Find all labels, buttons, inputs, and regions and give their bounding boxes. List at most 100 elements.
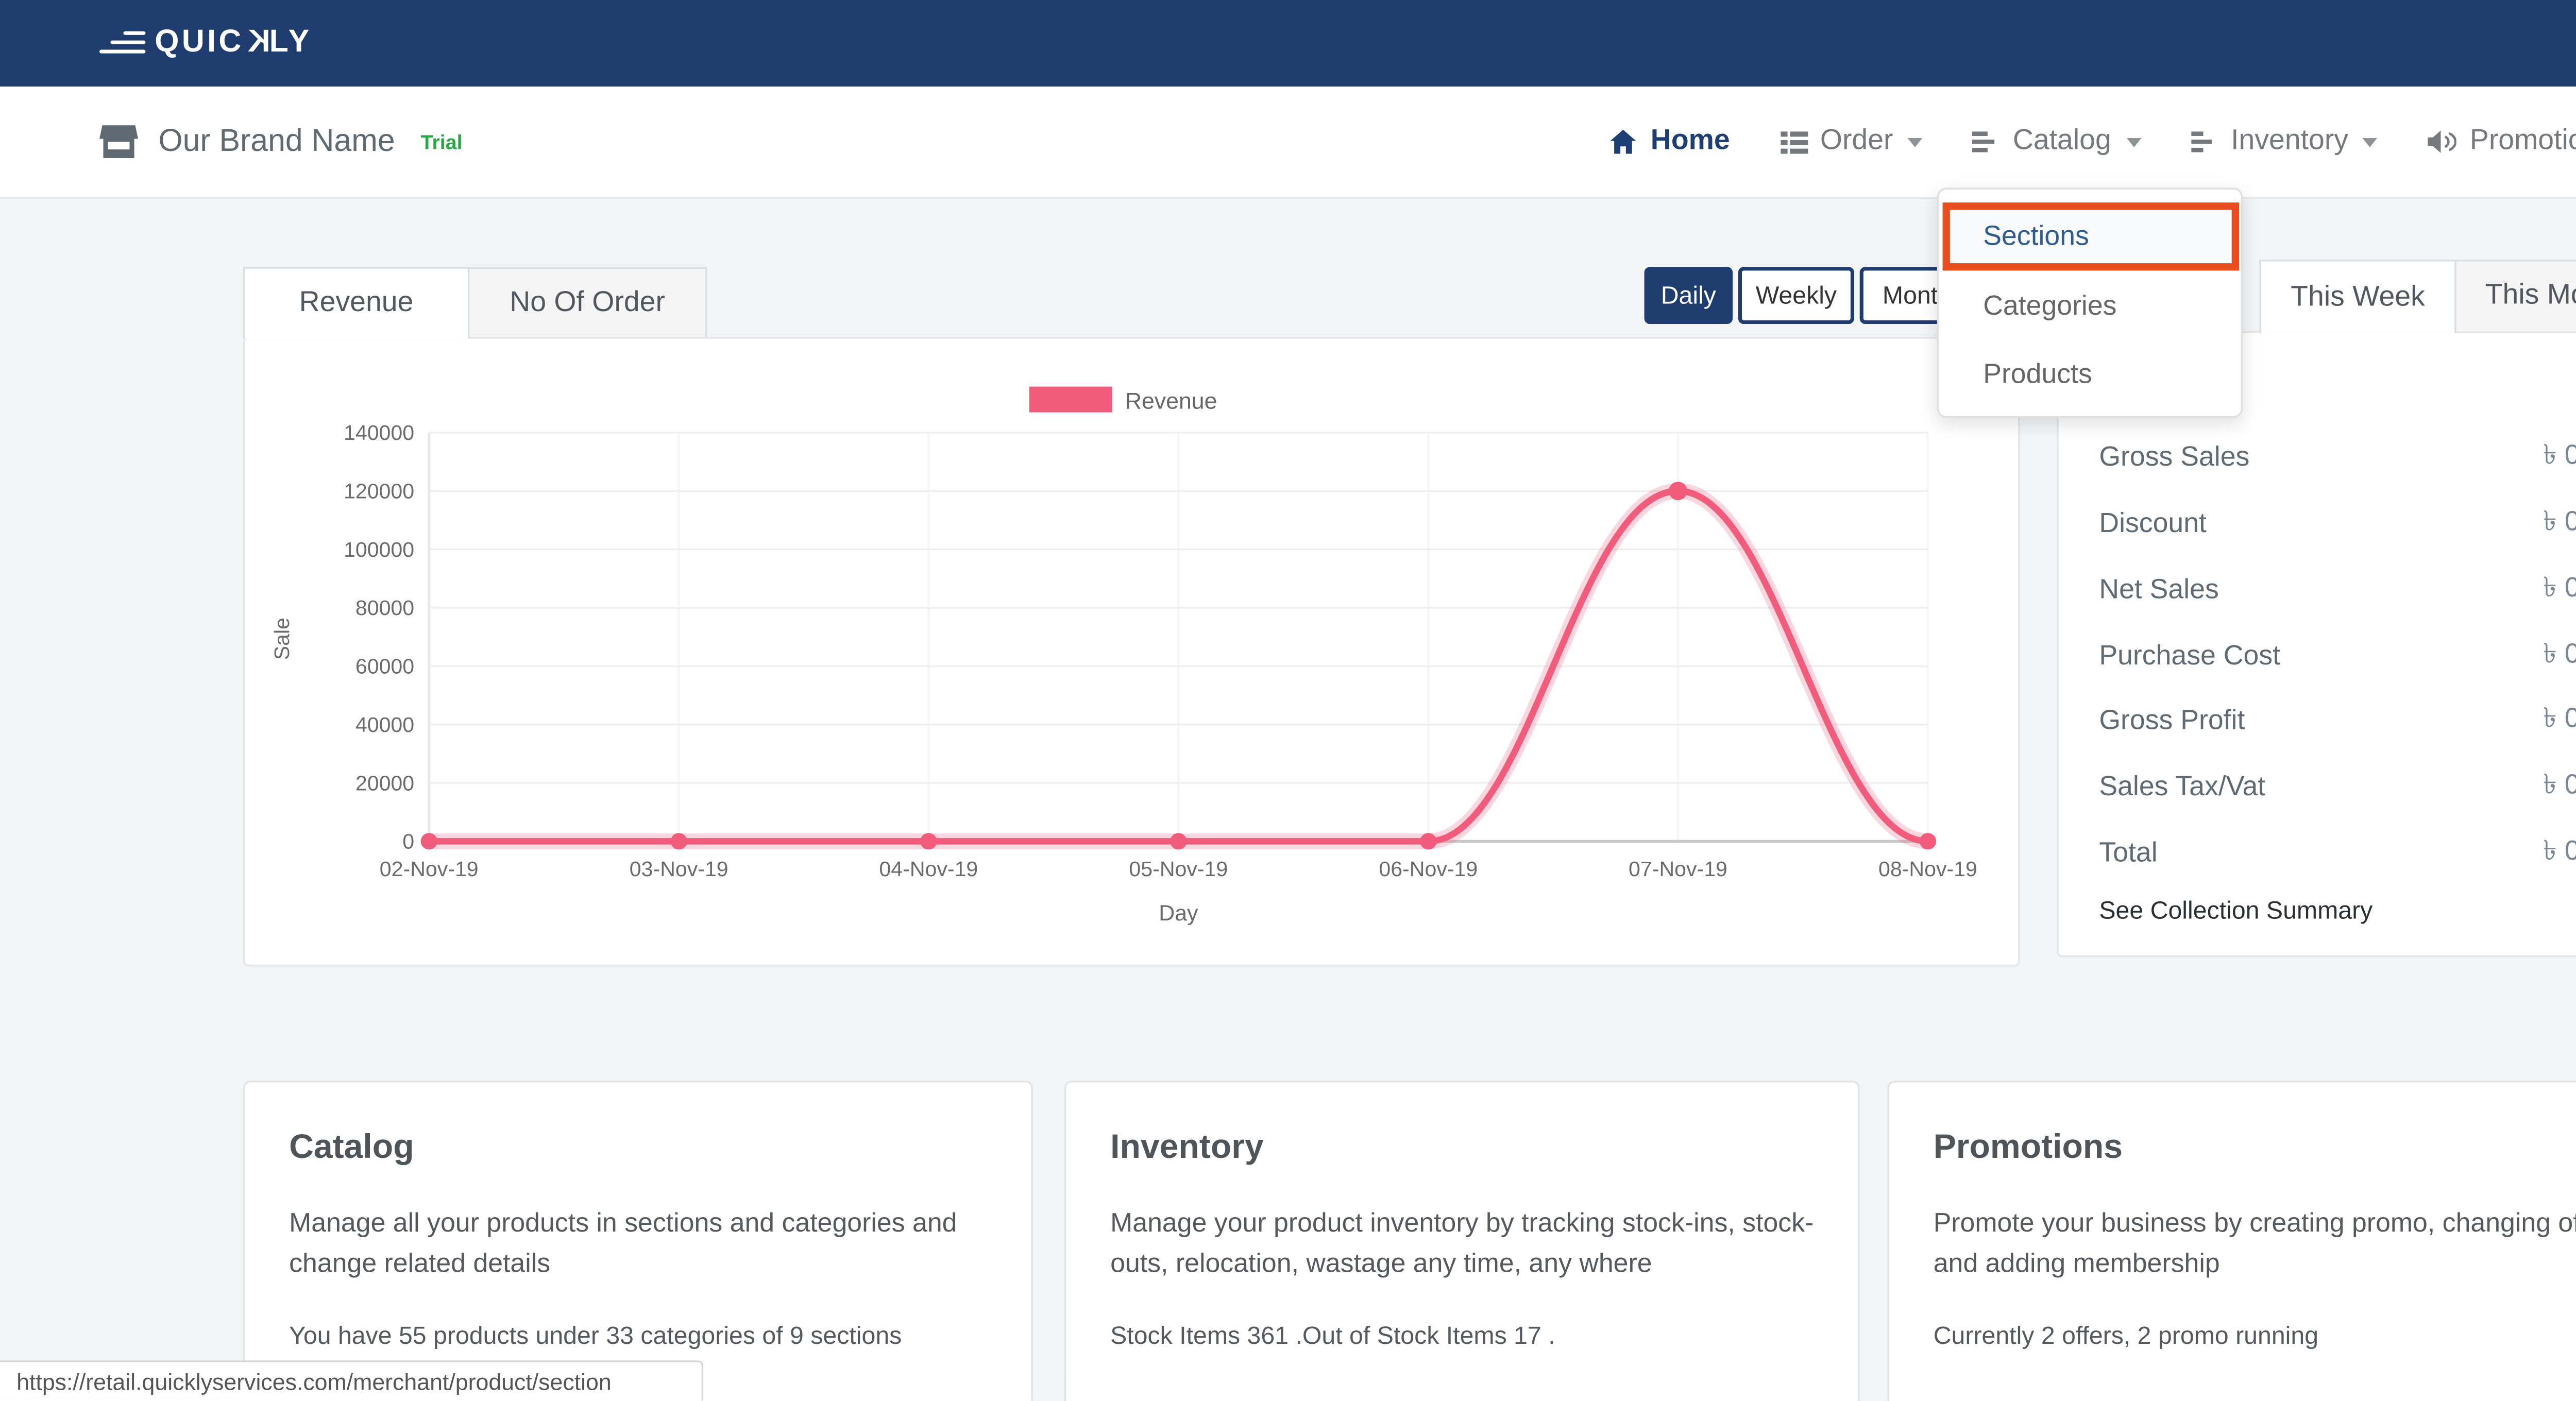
home-icon bbox=[1610, 129, 1638, 155]
card-stats: Stock Items 361 .Out of Stock Items 17 . bbox=[1110, 1322, 1814, 1349]
summary-value: ৳ 0.00 bbox=[2543, 501, 2576, 546]
summary-label: Total bbox=[2099, 838, 2157, 869]
summary-label: Sales Tax/Vat bbox=[2099, 772, 2265, 803]
y-tick: 140000 bbox=[344, 421, 414, 445]
summary-row-net-sales: Net Sales ৳ 0.00 bbox=[2099, 557, 2576, 623]
tab-no-of-order[interactable]: No Of Order bbox=[468, 267, 707, 338]
summary-value: ৳ 0.00 bbox=[2543, 698, 2576, 744]
card-title: Promotions bbox=[1934, 1126, 2576, 1167]
summary-row-purchase-cost: Purchase Cost ৳ 0.00 bbox=[2099, 623, 2576, 689]
sales-summary-card: 0 Gross Sales ৳ 0.00 Discount ৳ 0.00 Net… bbox=[2057, 331, 2576, 957]
data-point-peak bbox=[1669, 482, 1687, 500]
y-tick: 120000 bbox=[344, 479, 414, 503]
top-app-bar: QUICKLY bbox=[0, 0, 2576, 87]
data-point bbox=[1420, 833, 1436, 849]
summary-value: ৳ 0.00 bbox=[2543, 567, 2576, 612]
see-collection-summary-link[interactable]: See Collection Summary bbox=[2099, 897, 2576, 925]
y-tick: 100000 bbox=[344, 538, 414, 561]
chevron-down-icon bbox=[2363, 137, 2378, 146]
card-stats: You have 55 products under 33 categories… bbox=[289, 1322, 987, 1349]
summary-label: Discount bbox=[2099, 508, 2207, 539]
data-point bbox=[671, 833, 687, 849]
summary-label: Gross Sales bbox=[2099, 442, 2249, 473]
summary-value: ৳ 0.00 bbox=[2543, 764, 2576, 810]
summary-value: ৳ 0.00 bbox=[2543, 633, 2576, 678]
nav-label: Promotions bbox=[2470, 125, 2576, 158]
card-description: Manage your product inventory by trackin… bbox=[1110, 1204, 1814, 1287]
order-list-icon bbox=[1780, 130, 1807, 153]
summary-row-gross-sales: Gross Sales ৳ 0.00 bbox=[2099, 425, 2576, 491]
card-title: Catalog bbox=[289, 1126, 987, 1167]
nav-menu: Home Order Catalog bbox=[1610, 87, 2576, 197]
x-tick: 06-Nov-19 bbox=[1379, 857, 1478, 881]
y-axis-title: Sale bbox=[270, 618, 294, 660]
menu-item-products[interactable]: Products bbox=[1939, 340, 2241, 409]
y-tick: 0 bbox=[402, 830, 414, 853]
inventory-card: Inventory Manage your product inventory … bbox=[1064, 1081, 1860, 1401]
card-description: Manage all your products in sections and… bbox=[289, 1204, 987, 1287]
nav-label: Catalog bbox=[2013, 125, 2111, 158]
legend-swatch bbox=[1029, 387, 1112, 413]
brand-name: Our Brand Name bbox=[158, 123, 395, 160]
dashboard-page: QUICKLY Our Brand Name Tria bbox=[0, 0, 2576, 1401]
tab-this-week[interactable]: This Week bbox=[2259, 260, 2456, 333]
megaphone-icon bbox=[2428, 129, 2457, 155]
x-tick: 03-Nov-19 bbox=[630, 857, 728, 881]
nav-item-catalog[interactable]: Catalog bbox=[1972, 125, 2141, 158]
x-axis-title: Day bbox=[1159, 901, 1198, 926]
summary-row-discount: Discount ৳ 0.00 bbox=[2099, 491, 2576, 557]
browser-status-bar: https://retail.quicklyservices.com/merch… bbox=[0, 1360, 703, 1401]
nav-label: Order bbox=[1820, 125, 1893, 158]
card-stats: Currently 2 offers, 2 promo running bbox=[1934, 1322, 2576, 1349]
y-tick: 80000 bbox=[355, 596, 414, 620]
main-navbar: Our Brand Name Trial Home Order bbox=[0, 87, 2576, 199]
catalog-card: Catalog Manage all your products in sect… bbox=[243, 1081, 1033, 1401]
nav-item-order[interactable]: Order bbox=[1780, 125, 1922, 158]
chevron-down-icon bbox=[1908, 137, 1923, 146]
menu-item-categories[interactable]: Categories bbox=[1939, 271, 2241, 340]
storefront-icon bbox=[99, 124, 138, 159]
nav-label: Home bbox=[1651, 125, 1730, 158]
menu-item-sections[interactable]: Sections bbox=[1939, 202, 2241, 271]
tab-revenue[interactable]: Revenue bbox=[243, 267, 470, 338]
quickly-logo: QUICKLY bbox=[99, 24, 312, 60]
nav-item-promotions[interactable]: Promotions bbox=[2428, 125, 2576, 158]
summary-label: Net Sales bbox=[2099, 574, 2218, 605]
nav-label: Inventory bbox=[2231, 125, 2348, 158]
summary-value: ৳ 0.00 bbox=[2543, 435, 2576, 481]
summary-row-gross-profit: Gross Profit ৳ 0.00 bbox=[2099, 689, 2576, 755]
catalog-dropdown-menu: Sections Categories Products bbox=[1937, 188, 2243, 418]
inventory-lines-icon bbox=[2190, 130, 2218, 153]
data-point bbox=[920, 833, 937, 849]
x-tick: 07-Nov-19 bbox=[1629, 857, 1727, 881]
summary-label: Gross Profit bbox=[2099, 706, 2245, 737]
nav-item-inventory[interactable]: Inventory bbox=[2190, 125, 2378, 158]
weekly-button[interactable]: Weekly bbox=[1738, 267, 1854, 324]
y-tick: 20000 bbox=[355, 771, 414, 795]
catalog-lines-icon bbox=[1972, 130, 2000, 153]
x-tick: 05-Nov-19 bbox=[1129, 857, 1228, 881]
logo-text: QUICKLY bbox=[155, 24, 312, 60]
revenue-line-chart: Revenue bbox=[245, 339, 2018, 965]
y-tick: 60000 bbox=[355, 655, 414, 678]
card-description: Promote your business by creating promo,… bbox=[1934, 1204, 2576, 1287]
legend-label: Revenue bbox=[1125, 388, 1217, 414]
speed-lines-icon bbox=[99, 31, 145, 54]
x-tick: 02-Nov-19 bbox=[380, 857, 479, 881]
data-point bbox=[1920, 833, 1936, 849]
summary-row-total: Total ৳ 0.00 bbox=[2099, 820, 2576, 886]
daily-button[interactable]: Daily bbox=[1645, 267, 1733, 324]
data-point bbox=[1170, 833, 1187, 849]
summary-value: ৳ 0.00 bbox=[2543, 830, 2576, 876]
status-url: https://retail.quicklyservices.com/merch… bbox=[16, 1369, 612, 1394]
y-tick: 40000 bbox=[355, 713, 414, 737]
promotions-card: Promotions Promote your business by crea… bbox=[1887, 1081, 2576, 1401]
card-title: Inventory bbox=[1110, 1126, 1814, 1167]
summary-row-sales-tax: Sales Tax/Vat ৳ 0.00 bbox=[2099, 755, 2576, 821]
nav-item-home[interactable]: Home bbox=[1610, 125, 1730, 158]
chevron-down-icon bbox=[2126, 137, 2141, 146]
x-tick: 04-Nov-19 bbox=[879, 857, 978, 881]
tab-this-month[interactable]: This Month bbox=[2454, 260, 2576, 333]
x-tick: 08-Nov-19 bbox=[1878, 857, 1977, 881]
trial-badge: Trial bbox=[421, 132, 463, 155]
